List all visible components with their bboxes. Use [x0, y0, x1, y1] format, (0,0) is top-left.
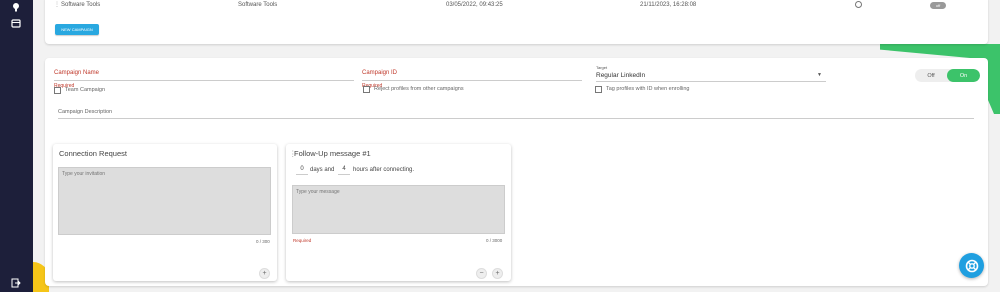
days-input[interactable]: 0 — [296, 166, 308, 175]
add-message-button[interactable]: + — [259, 268, 270, 279]
chevron-down-icon[interactable]: ▼ — [817, 72, 822, 78]
connection-request-title: Connection Request — [59, 149, 127, 158]
campaign-id-input[interactable] — [362, 80, 582, 81]
days-text: days and — [310, 167, 335, 173]
drag-handle-icon[interactable]: ⋮ — [54, 1, 60, 8]
tag-profiles-label: Tag profiles with ID when enrolling — [606, 86, 690, 92]
team-campaign-checkbox[interactable] — [54, 87, 61, 94]
campaign-row-created: 03/05/2022, 09:43:25 — [446, 2, 503, 8]
logout-icon[interactable] — [9, 276, 23, 290]
invitation-counter: 0 / 300 — [256, 239, 270, 244]
campaign-id-label: Campaign ID — [362, 70, 398, 76]
campaign-onoff-toggle[interactable]: Off On — [915, 69, 980, 82]
hours-text: hours after connecting. — [353, 167, 415, 173]
campaign-row-list: Software Tools — [238, 2, 278, 8]
follow-up-card: ⋮ Follow-Up message #1 0 days and 4 hour… — [286, 144, 511, 281]
reject-profiles-label: Reject profiles from other campaigns — [374, 86, 464, 92]
bulb-icon[interactable] — [9, 0, 23, 14]
campaign-list-card: ⋮ Software Tools Software Tools 03/05/20… — [45, 0, 988, 44]
tag-profiles-checkbox[interactable] — [595, 86, 602, 93]
sidebar — [0, 0, 33, 292]
team-campaign-label: Team Campaign — [65, 87, 106, 93]
campaign-name-label: Campaign Name — [54, 70, 100, 76]
invitation-textarea[interactable] — [58, 167, 271, 235]
target-label: Target — [596, 65, 608, 70]
calendar-icon[interactable] — [9, 16, 23, 30]
campaign-name-input[interactable] — [54, 80, 354, 81]
follow-up-textarea[interactable] — [292, 185, 505, 234]
reject-profiles-checkbox[interactable] — [363, 86, 370, 93]
toggle-off-label[interactable]: Off — [915, 69, 947, 82]
follow-up-title: Follow-Up message #1 — [294, 149, 371, 158]
campaign-row-name: Software Tools — [61, 2, 101, 8]
toggle-on-label[interactable]: On — [947, 69, 980, 82]
new-campaign-button[interactable]: NEW CAMPAIGN — [55, 24, 99, 35]
target-select[interactable]: Regular LinkedIn — [596, 72, 645, 79]
target-select-underline — [596, 81, 826, 82]
campaign-description-label: Campaign Description — [58, 109, 113, 115]
campaign-row-updated: 21/11/2023, 16:28:08 — [640, 2, 697, 8]
remove-message-button[interactable]: − — [476, 268, 487, 279]
connection-request-card: Connection Request 0 / 300 + — [53, 144, 277, 281]
add-message-button[interactable]: + — [492, 268, 503, 279]
hours-input[interactable]: 4 — [338, 166, 350, 175]
follow-up-required: Required — [293, 238, 312, 243]
help-lifebuoy-icon[interactable] — [959, 253, 984, 278]
campaign-row-radio[interactable] — [855, 1, 862, 8]
campaign-description-input[interactable] — [58, 118, 974, 119]
campaign-row-toggle[interactable]: off — [930, 2, 946, 9]
follow-up-counter: 0 / 3000 — [486, 238, 503, 243]
